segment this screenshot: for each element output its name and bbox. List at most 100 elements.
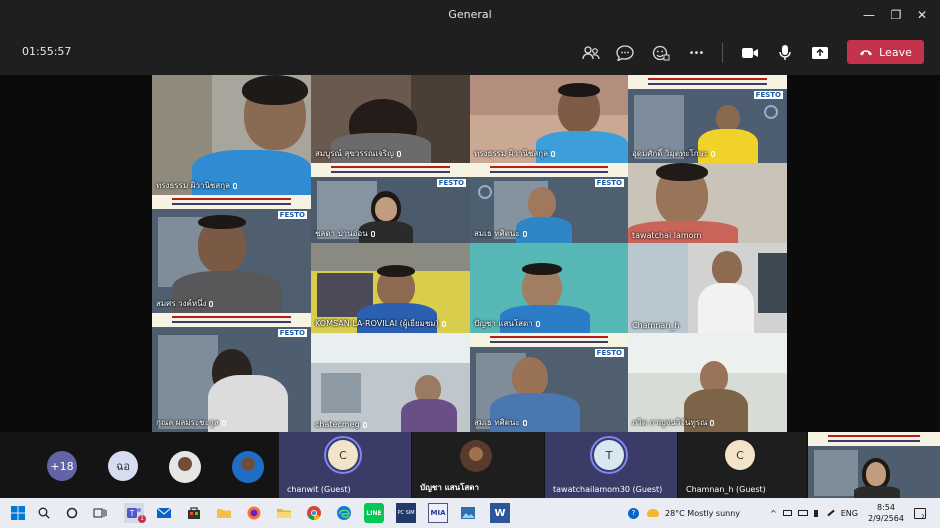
participant-tile[interactable]: T tawatchailamom30 (Guest) — [545, 432, 677, 498]
svg-text:T: T — [130, 509, 135, 518]
weather-text: 28°C Mostly sunny — [665, 508, 741, 518]
video-tile[interactable]: สมบูรณ์ สุขวรรณเจริญ — [311, 75, 470, 163]
participant-name: กุณล ผลมระชะกูล — [156, 416, 226, 429]
explorer-icon[interactable] — [274, 503, 294, 523]
app-pcsim-icon[interactable]: PC SIM — [396, 503, 416, 523]
edge-icon[interactable] — [334, 503, 354, 523]
video-tile[interactable]: tawatchai lamom — [628, 163, 787, 243]
search-icon[interactable] — [34, 503, 54, 523]
chrome-icon[interactable] — [304, 503, 324, 523]
participant-avatar[interactable] — [232, 451, 264, 483]
video-tile[interactable]: Chamnan_h — [628, 243, 787, 333]
app-mia-icon[interactable]: MIA — [428, 503, 448, 523]
video-tile[interactable]: KOMSAN LA-ROVILAI (ผู้เยี่ยมชม) — [311, 243, 470, 333]
windows-taskbar: T 1 LINE PC SIM MIA W ? 28°C Mostly sunn… — [0, 498, 940, 528]
chat-icon[interactable] — [613, 41, 637, 65]
show-hidden-icons-icon[interactable]: ^ — [770, 509, 777, 518]
leave-button[interactable]: Leave — [847, 40, 924, 64]
video-tile[interactable]: FESTO อุดมศักดิ์ วิมุตทะโกษะ — [628, 75, 787, 163]
participant-name: tawatchai lamom — [632, 231, 702, 240]
system-tray-icons: ^ ENG — [770, 498, 858, 528]
video-stage: ทรงธรรม ผิวานิชสกุล สมบูรณ์ สุขวรรณเจริญ… — [0, 75, 940, 432]
participant-name: Chamnan_h — [632, 321, 680, 330]
reactions-icon[interactable] — [649, 41, 673, 65]
clock-time: 8:54 — [876, 503, 895, 512]
battery-icon[interactable] — [797, 510, 808, 516]
video-tile[interactable]: FESTO สมเธ ทศิตนะ — [470, 163, 628, 243]
participant-name: สมศร วงค์หนึ่ง — [156, 297, 214, 310]
video-tile[interactable]: ปัญชา แสนโสดา — [470, 243, 628, 333]
line-icon[interactable]: LINE — [364, 503, 384, 523]
people-icon[interactable] — [579, 41, 603, 65]
network-icon[interactable] — [782, 510, 792, 516]
weather-icon — [647, 509, 659, 517]
video-tile[interactable]: FESTO สมเธ ทศิตนะ — [470, 333, 628, 432]
windows-start-icon[interactable] — [8, 503, 28, 523]
teams-window: General — ❐ ✕ 01:55:57 ••• Leave ทรงธรรม… — [0, 0, 940, 528]
task-view-icon[interactable] — [90, 503, 110, 523]
video-tile[interactable]: chatecmeg — [311, 333, 470, 432]
help-icon: ? — [628, 507, 639, 519]
participant-name: Chamnan_h (Guest) — [686, 485, 766, 494]
participant-name: ชลดา ปานอ่อน — [315, 227, 375, 240]
video-tile[interactable]: FESTO กุณล ผลมระชะกูล — [152, 313, 311, 432]
store-icon[interactable] — [184, 503, 204, 523]
participant-name: ปัญชา แสนโสดา — [474, 317, 540, 330]
restore-button[interactable]: ❐ — [885, 4, 907, 26]
firefox-icon[interactable] — [244, 503, 264, 523]
participant-name: สมเธ ทศิตนะ — [474, 227, 527, 240]
hangup-icon — [860, 50, 873, 56]
participant-name: tawatchailamom30 (Guest) — [553, 485, 663, 494]
leave-label: Leave — [879, 45, 912, 59]
participant-avatar: C — [725, 440, 755, 470]
volume-icon[interactable] — [813, 509, 821, 517]
teams-badge: 1 — [138, 515, 146, 523]
clock[interactable]: 8:54 2/9/2564 — [868, 498, 904, 528]
notifications-icon[interactable]: 2 — [914, 498, 926, 528]
title-bar: General — ❐ ✕ — [0, 0, 940, 30]
video-tile[interactable]: FESTO สมศร วงค์หนึ่ง — [152, 195, 311, 313]
participant-name: อุดมศักดิ์ วิมุตทะโกษะ — [632, 147, 716, 160]
participant-avatar: C — [328, 440, 358, 470]
window-title: General — [448, 8, 492, 21]
self-view-tile[interactable] — [808, 432, 940, 498]
language-indicator[interactable]: ENG — [841, 509, 858, 518]
video-tile[interactable]: ภวิต กาญจนวิจันทูรณ — [628, 333, 787, 432]
participant-avatar[interactable] — [169, 451, 201, 483]
camera-icon[interactable] — [738, 41, 762, 65]
close-button[interactable]: ✕ — [911, 4, 933, 26]
participant-name: ภวิต กาญจนวิจันทูรณ — [632, 416, 715, 429]
app-photo-icon[interactable] — [458, 503, 478, 523]
participant-name: ทรงธรรม ผิวานิชสกุล — [474, 147, 555, 160]
toolbar-divider — [722, 43, 723, 63]
video-tile[interactable]: FESTO ชลดา ปานอ่อน — [311, 163, 470, 243]
video-tile[interactable]: ทรงธรรม ผิวานิชสกุล — [470, 75, 628, 163]
participant-tile[interactable]: C Chamnan_h (Guest) — [678, 432, 806, 498]
notification-count: 2 — [921, 514, 925, 521]
files-icon[interactable] — [214, 503, 234, 523]
mail-icon[interactable] — [154, 503, 174, 523]
participant-tile[interactable]: C chanwit (Guest) — [279, 432, 411, 498]
participant-name: สมเธ ทศิตนะ — [474, 416, 527, 429]
participant-avatar[interactable]: ฉอ — [108, 451, 138, 481]
meeting-toolbar: 01:55:57 ••• Leave — [0, 30, 940, 75]
cortana-icon[interactable] — [62, 503, 82, 523]
participant-name: KOMSAN LA-ROVILAI (ผู้เยี่ยมชม) — [315, 317, 446, 330]
teams-icon[interactable]: T 1 — [124, 503, 146, 523]
participant-strip: +18 ฉอ C chanwit (Guest) บัญชา แสนโสดา T… — [0, 432, 940, 498]
more-icon[interactable]: ••• — [684, 41, 708, 65]
participant-avatar: T — [594, 440, 624, 470]
mic-icon[interactable] — [773, 41, 797, 65]
weather-widget[interactable]: ? 28°C Mostly sunny — [628, 498, 740, 528]
clock-date: 2/9/2564 — [868, 514, 904, 523]
meeting-timer: 01:55:57 — [22, 45, 72, 58]
word-icon[interactable]: W — [490, 503, 510, 523]
pen-icon[interactable] — [826, 509, 835, 517]
video-tile[interactable]: ทรงธรรม ผิวานิชสกุล — [152, 75, 311, 195]
participant-avatar — [460, 440, 492, 472]
participant-tile[interactable]: บัญชา แสนโสดา — [412, 432, 544, 498]
share-icon[interactable] — [808, 41, 832, 65]
participant-name: บัญชา แสนโสดา — [420, 483, 479, 492]
overflow-participants-button[interactable]: +18 — [47, 451, 77, 481]
minimize-button[interactable]: — — [858, 4, 880, 26]
